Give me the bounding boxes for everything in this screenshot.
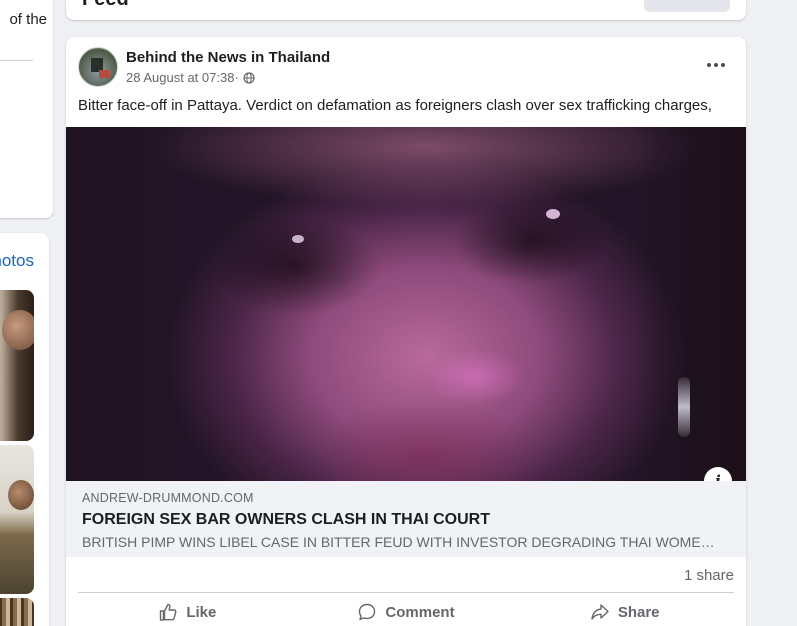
comment-button[interactable]: Comment <box>297 594 516 626</box>
photo-thumbnail[interactable] <box>0 598 34 626</box>
feed-header-card: Feed <box>66 0 746 20</box>
share-button[interactable]: Share <box>515 594 734 626</box>
like-label: Like <box>186 603 217 621</box>
divider <box>78 592 734 593</box>
post-actions: Like Comment Share <box>78 594 734 626</box>
photos-card: Photos <box>0 233 49 626</box>
meta-separator: · <box>234 70 239 85</box>
like-button[interactable]: Like <box>78 594 297 626</box>
share-icon <box>591 604 609 620</box>
left-info-card: of the <box>0 0 53 218</box>
link-title[interactable]: FOREIGN SEX BAR OWNERS CLASH IN THAI COU… <box>82 511 490 529</box>
divider <box>0 60 33 61</box>
page-name-link[interactable]: Behind the News in Thailand <box>126 49 330 66</box>
photo-thumbnail[interactable] <box>0 445 34 594</box>
link-preview-info[interactable]: ANDREW-DRUMMOND.COM FOREIGN SEX BAR OWNE… <box>66 481 746 557</box>
post-timestamp[interactable]: 28 August at 07:38 <box>126 70 234 85</box>
globe-icon <box>243 71 255 84</box>
post-meta: 28 August at 07:38 · <box>126 70 255 85</box>
post-card: Behind the News in Thailand 28 August at… <box>66 37 746 626</box>
feed-filter-button[interactable] <box>644 0 730 12</box>
link-description: BRITISH PIMP WINS LIBEL CASE IN BITTER F… <box>82 534 722 550</box>
thumbs-up-icon <box>160 603 177 621</box>
link-domain: ANDREW-DRUMMOND.COM <box>82 491 254 505</box>
comment-icon <box>359 603 376 621</box>
share-count[interactable]: 1 share <box>684 567 734 584</box>
share-label: Share <box>617 603 660 621</box>
page-avatar[interactable] <box>78 47 118 87</box>
feed-title: Feed <box>82 0 129 11</box>
photos-link[interactable]: Photos <box>0 251 34 271</box>
post-text: Bitter face-off in Pattaya. Verdict on d… <box>78 97 712 114</box>
comment-label: Comment <box>385 603 455 621</box>
photo-thumbnail[interactable] <box>0 290 34 441</box>
info-text-fragment: of the <box>9 11 47 28</box>
link-preview-image[interactable] <box>66 127 746 481</box>
more-options-icon[interactable] <box>698 53 734 77</box>
